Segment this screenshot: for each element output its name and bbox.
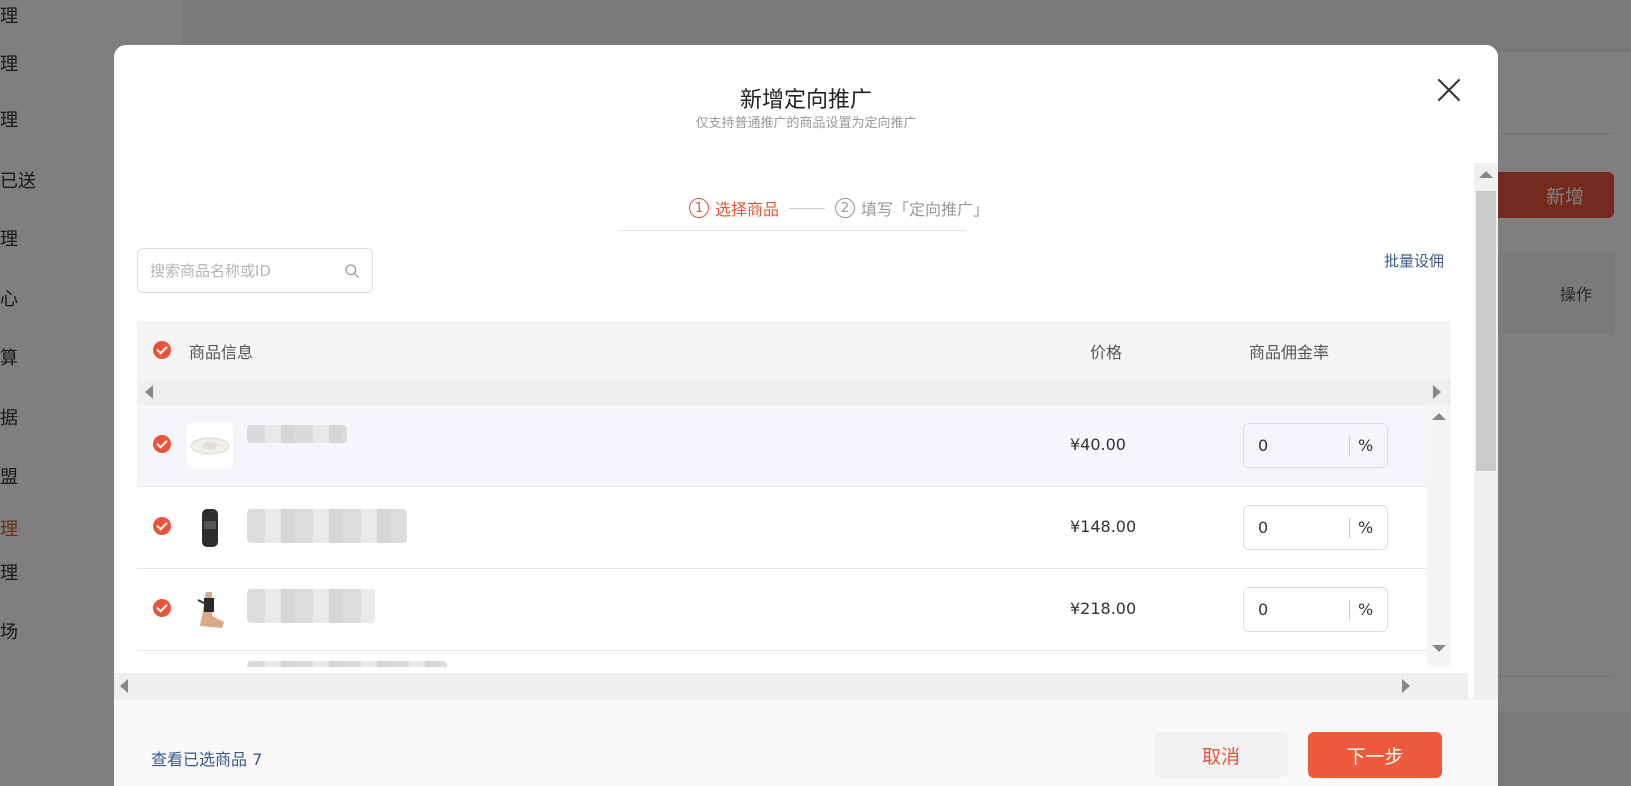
table-header: 商品信息 价格 商品佣金率 <box>137 321 1451 379</box>
row-checkbox[interactable] <box>153 435 171 453</box>
product-thumbnail <box>187 423 233 469</box>
horizontal-scrollbar-top[interactable] <box>137 379 1451 405</box>
search-box <box>137 248 373 293</box>
header-price: 价格 <box>1090 343 1123 362</box>
commission-rate-input[interactable] <box>1244 518 1349 537</box>
step-1: 1 选择商品 <box>688 196 779 220</box>
commission-rate-field: % <box>1243 423 1388 468</box>
scroll-down-icon[interactable] <box>1432 645 1446 652</box>
table-row[interactable]: ¥40.00 % <box>137 405 1427 487</box>
modal-subtitle: 仅支持普通推广的商品设置为定向推广 <box>695 116 917 131</box>
scrollbar-thumb[interactable] <box>1476 191 1496 471</box>
scroll-right-icon[interactable] <box>1402 679 1410 693</box>
product-name-redacted <box>247 661 447 667</box>
step-number: 2 <box>835 198 855 218</box>
scroll-left-icon[interactable] <box>120 679 128 693</box>
product-thumbnail <box>187 505 233 551</box>
product-price: ¥148.00 <box>1070 517 1137 536</box>
batch-commission-link[interactable]: 批量设佣 <box>1384 250 1444 271</box>
table-row[interactable]: ¥148.00 % <box>137 487 1427 569</box>
steps-divider <box>619 230 966 231</box>
commission-rate-input[interactable] <box>1244 436 1349 455</box>
ankle-brace-icon <box>197 592 224 628</box>
product-name-redacted <box>247 509 407 543</box>
step-indicator: 1 选择商品 2 填写「定向推广」 <box>664 183 1014 233</box>
product-table-body: ¥40.00 % ¥148.00 % <box>137 405 1451 667</box>
row-checkbox[interactable] <box>153 517 171 535</box>
row-checkbox[interactable] <box>153 599 171 617</box>
cancel-button[interactable]: 取消 <box>1154 732 1288 778</box>
scroll-left-icon[interactable] <box>145 385 153 399</box>
scroll-up-icon[interactable] <box>1479 171 1493 178</box>
modal-vertical-scrollbar[interactable] <box>1474 163 1498 699</box>
search-input[interactable] <box>150 261 344 280</box>
horizontal-scrollbar-bottom[interactable] <box>114 673 1468 699</box>
step-label: 选择商品 <box>714 200 779 219</box>
header-commission-rate: 商品佣金率 <box>1249 343 1330 362</box>
percent-unit: % <box>1358 600 1374 619</box>
black-brace-icon <box>202 509 218 547</box>
view-selected-link[interactable]: 查看已选商品 7 <box>151 746 262 770</box>
percent-unit: % <box>1358 436 1374 455</box>
modal-footer: 查看已选商品 7 取消 下一步 <box>114 699 1498 786</box>
add-targeted-promotion-modal: 新增定向推广 仅支持普通推广的商品设置为定向推广 1 选择商品 2 填写「定向推… <box>114 45 1498 786</box>
percent-unit: % <box>1358 518 1374 537</box>
scroll-right-icon[interactable] <box>1433 385 1441 399</box>
step-label: 填写「定向推广」 <box>861 200 990 219</box>
product-name-redacted <box>247 589 375 623</box>
product-thumbnail <box>187 587 233 633</box>
header-product-info: 商品信息 <box>189 343 254 362</box>
commission-rate-field: % <box>1243 587 1388 632</box>
close-icon[interactable] <box>1436 77 1462 103</box>
search-icon[interactable] <box>344 261 360 281</box>
commission-rate-field: % <box>1243 505 1388 550</box>
white-device-icon <box>190 437 230 455</box>
step-2: 2 填写「定向推广」 <box>835 196 989 220</box>
table-vertical-scrollbar[interactable] <box>1427 405 1451 667</box>
select-all-checkbox[interactable] <box>153 341 171 359</box>
step-number: 1 <box>688 198 709 218</box>
modal-title: 新增定向推广 <box>739 88 872 113</box>
product-name-redacted <box>247 425 347 443</box>
product-price: ¥40.00 <box>1070 435 1126 454</box>
commission-rate-input[interactable] <box>1244 600 1349 619</box>
product-price: ¥218.00 <box>1070 599 1137 618</box>
next-step-button[interactable]: 下一步 <box>1308 732 1442 778</box>
table-row[interactable] <box>137 651 1427 667</box>
step-connector <box>789 207 825 209</box>
scroll-up-icon[interactable] <box>1432 413 1446 420</box>
table-row[interactable]: ¥218.00 % <box>137 569 1427 651</box>
